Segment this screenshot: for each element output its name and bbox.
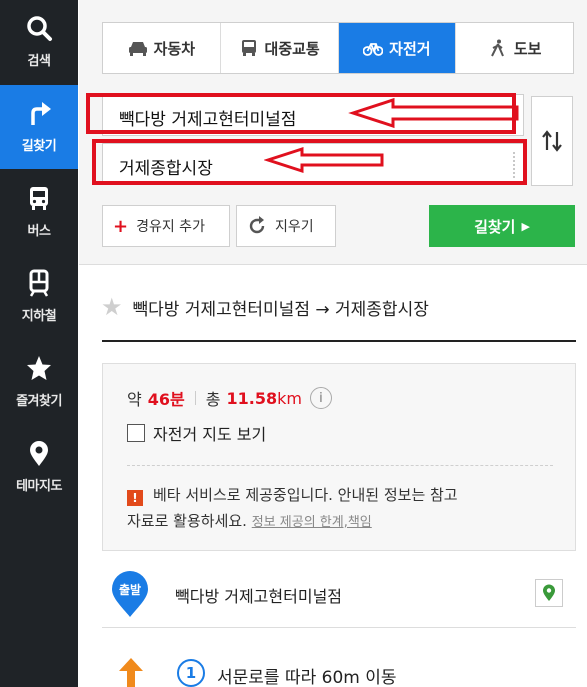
distance-prefix: 총 bbox=[205, 390, 221, 409]
travel-time: 46분 bbox=[147, 390, 185, 409]
sidebar: 검색 길찾기 버스 지하철 즐겨찾기 테마지도 bbox=[0, 0, 78, 687]
annotation-arrow-origin bbox=[348, 97, 519, 129]
search-route-label: 길찾기 bbox=[474, 217, 516, 236]
start-marker: 출발 bbox=[109, 570, 151, 622]
subway-icon bbox=[29, 269, 49, 297]
divider bbox=[127, 465, 553, 466]
start-badge: 출발 bbox=[119, 582, 141, 597]
route-title: ★ 빽다방 거제고현터미널점 → 거제종합시장 bbox=[101, 293, 429, 321]
map-pin-icon bbox=[30, 441, 48, 466]
add-waypoint-label: 경유지 추가 bbox=[136, 219, 205, 235]
info-icon[interactable]: i bbox=[309, 387, 332, 409]
sidebar-item-label: 검색 bbox=[27, 54, 51, 69]
beta-notice: ! 베타 서비스로 제공중입니다. 안내된 정보는 참고 자료로 활용하세요. 정… bbox=[127, 482, 567, 536]
notice-line2: 자료로 활용하세요. bbox=[127, 512, 247, 530]
warning-icon: ! bbox=[127, 490, 143, 506]
transport-mode-tabs: 자동차 대중교통 자전거 도보 bbox=[102, 22, 574, 74]
arrow-up-icon bbox=[119, 658, 143, 687]
divider bbox=[102, 627, 576, 628]
sidebar-item-label: 테마지도 bbox=[16, 479, 62, 494]
drag-handle[interactable] bbox=[513, 152, 517, 178]
sidebar-item-label: 길찾기 bbox=[21, 139, 57, 154]
route-title-text: 빽다방 거제고현터미널점 → 거제종합시장 bbox=[132, 299, 429, 320]
tab-label: 자동차 bbox=[153, 39, 196, 58]
sidebar-item-directions[interactable]: 길찾기 bbox=[0, 85, 78, 169]
bike-map-label: 자전거 지도 보기 bbox=[153, 425, 267, 444]
annotation-arrow-destination bbox=[264, 146, 384, 174]
origin-value: 빽다방 거제고현터미널점 bbox=[119, 110, 297, 130]
tab-bicycle[interactable]: 자전거 bbox=[338, 23, 457, 73]
tab-label: 자전거 bbox=[389, 39, 431, 58]
directions-panel: 자동차 대중교통 자전거 도보 빽다방 거제고현터미널점 거제종합시장 + 경유… bbox=[79, 0, 587, 687]
sidebar-item-search[interactable]: 검색 bbox=[0, 0, 78, 84]
route-summary: 약 46분 총 11.58 km i 자전거 지도 보기 ! 베타 서비스로 제공… bbox=[102, 363, 576, 551]
car-icon bbox=[128, 42, 147, 56]
bicycle-icon bbox=[363, 43, 384, 56]
step-instruction: 서문로를 따라 60m 이동 bbox=[217, 668, 397, 687]
directions-icon bbox=[31, 102, 51, 125]
tab-walk[interactable]: 도보 bbox=[456, 23, 573, 73]
clear-button[interactable]: 지우기 bbox=[236, 205, 336, 247]
notice-line1: 베타 서비스로 제공중입니다. 안내된 정보는 참고 bbox=[153, 486, 458, 504]
destination-value: 거제종합시장 bbox=[119, 159, 213, 179]
search-panel: 자동차 대중교통 자전거 도보 빽다방 거제고현터미널점 거제종합시장 + 경유… bbox=[79, 0, 587, 265]
search-route-button[interactable]: 길찾기 ▶ bbox=[429, 205, 575, 247]
checkbox-box[interactable] bbox=[127, 424, 145, 442]
chevron-right-icon: ▶ bbox=[521, 219, 530, 233]
swap-button[interactable] bbox=[531, 96, 573, 186]
walk-icon bbox=[490, 39, 504, 57]
tab-transit[interactable]: 대중교통 bbox=[221, 23, 339, 73]
add-waypoint-button[interactable]: + 경유지 추가 bbox=[102, 205, 230, 247]
time-prefix: 약 bbox=[127, 390, 142, 409]
sidebar-item-favorites[interactable]: 즐겨찾기 bbox=[0, 340, 78, 424]
refresh-icon bbox=[249, 216, 265, 234]
sidebar-item-label: 즐겨찾기 bbox=[16, 394, 62, 409]
tab-label: 도보 bbox=[513, 39, 542, 58]
distance-value: 11.58 bbox=[226, 388, 278, 408]
start-location-name: 빽다방 거제고현터미널점 bbox=[175, 587, 343, 606]
sidebar-item-bus[interactable]: 버스 bbox=[0, 170, 78, 254]
star-icon bbox=[27, 356, 51, 380]
location-pin-button[interactable] bbox=[535, 579, 563, 607]
plus-icon: + bbox=[113, 215, 129, 237]
distance-unit: km bbox=[277, 388, 302, 408]
step-direction bbox=[119, 658, 143, 687]
separator bbox=[194, 391, 196, 405]
pin-icon bbox=[543, 584, 555, 601]
sidebar-item-label: 지하철 bbox=[21, 309, 57, 324]
search-icon bbox=[27, 16, 52, 41]
favorite-star-icon[interactable]: ★ bbox=[101, 293, 123, 321]
tab-car[interactable]: 자동차 bbox=[103, 23, 221, 73]
bus-icon bbox=[30, 187, 48, 210]
sidebar-item-subway[interactable]: 지하철 bbox=[0, 255, 78, 339]
sidebar-item-theme-map[interactable]: 테마지도 bbox=[0, 425, 78, 509]
swap-arrows-icon bbox=[542, 130, 562, 152]
divider bbox=[102, 340, 576, 342]
info-limit-link[interactable]: 정보 제공의 한계,책임 bbox=[252, 515, 372, 530]
start-pin-icon: 출발 bbox=[112, 571, 148, 617]
tab-label: 대중교통 bbox=[264, 39, 320, 58]
transit-icon bbox=[241, 40, 256, 56]
bike-map-checkbox[interactable]: 자전거 지도 보기 bbox=[127, 421, 266, 445]
route-meta: 약 46분 총 11.58 km i bbox=[127, 386, 332, 410]
step-number: 1 bbox=[177, 659, 205, 687]
sidebar-item-label: 버스 bbox=[27, 224, 51, 239]
clear-label: 지우기 bbox=[275, 219, 314, 235]
